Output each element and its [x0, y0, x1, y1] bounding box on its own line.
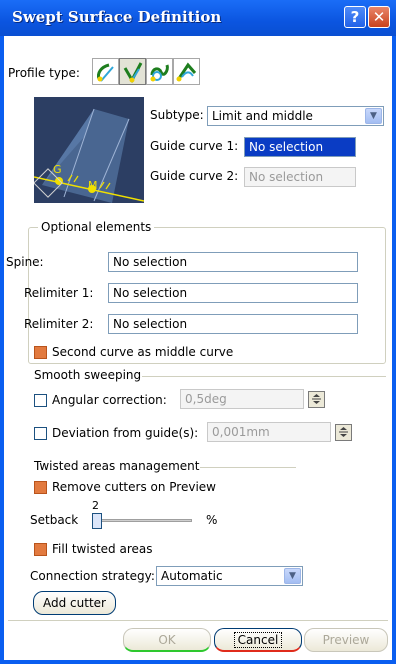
deviation-field[interactable]: 0,001mm	[207, 422, 331, 442]
remove-cutters-checkbox[interactable]	[34, 481, 47, 494]
relimiter-1-label: Relimiter 1:	[24, 286, 94, 300]
guide-curve-2-field[interactable]: No selection	[244, 167, 356, 187]
profile-line-icon	[123, 62, 143, 84]
setback-value: 2	[92, 499, 99, 512]
deviation-value: 0,001mm	[212, 425, 270, 439]
fill-twisted-checkbox[interactable]	[34, 543, 47, 556]
deviation-checkbox[interactable]	[34, 427, 47, 440]
close-button[interactable]: ✕	[368, 6, 390, 28]
profile-line-button[interactable]	[119, 58, 146, 85]
relimiter-1-value: No selection	[113, 286, 188, 300]
cancel-button[interactable]: Cancel	[214, 628, 302, 652]
second-curve-checkbox[interactable]	[34, 346, 47, 359]
fill-twisted-label: Fill twisted areas	[52, 542, 153, 556]
profile-circle-button[interactable]	[146, 58, 173, 85]
chevron-down-icon[interactable]: ▼	[284, 568, 301, 584]
preview-g-label: G	[53, 163, 62, 176]
angular-correction-field[interactable]: 0,5deg	[180, 389, 304, 409]
angular-correction-spinner[interactable]	[308, 391, 325, 408]
add-cutter-button[interactable]: Add cutter	[33, 591, 116, 615]
relimiter-2-value: No selection	[113, 317, 188, 331]
dialog-body: Profile type: G M Subtype: Limit and mid…	[4, 36, 392, 660]
subtype-select[interactable]: Limit and middle ▼	[207, 106, 384, 126]
twisted-areas-title: Twisted areas management	[34, 459, 200, 473]
profile-explicit-button[interactable]	[92, 58, 119, 85]
second-curve-label: Second curve as middle curve	[52, 345, 234, 359]
window-title: Swept Surface Definition	[12, 8, 222, 26]
spinner-arrows-icon	[312, 394, 321, 404]
guide-curve-1-value: No selection	[247, 138, 326, 156]
twisted-areas-divider	[200, 467, 296, 468]
cancel-label: Cancel	[233, 632, 283, 648]
guide-curve-2-value: No selection	[249, 170, 324, 184]
relimiter-2-label: Relimiter 2:	[24, 317, 94, 331]
preview-m-label: M	[88, 179, 98, 192]
angular-correction-label: Angular correction:	[52, 393, 167, 407]
relimiter-1-field[interactable]: No selection	[108, 283, 358, 303]
subtype-value: Limit and middle	[212, 109, 313, 123]
spinner-arrows-icon	[339, 427, 348, 437]
footer-divider	[8, 620, 388, 621]
setback-unit: %	[206, 513, 218, 527]
subtype-label: Subtype:	[150, 108, 204, 122]
angular-correction-checkbox[interactable]	[34, 394, 47, 407]
relimiter-2-field[interactable]: No selection	[108, 314, 358, 334]
spine-value: No selection	[113, 255, 188, 269]
profile-circle-icon	[150, 64, 169, 82]
optional-elements-title: Optional elements	[38, 220, 155, 234]
profile-type-label: Profile type:	[8, 66, 80, 80]
connection-strategy-select[interactable]: Automatic ▼	[156, 566, 303, 586]
chevron-down-icon[interactable]: ▼	[365, 108, 382, 124]
remove-cutters-label: Remove cutters on Preview	[52, 480, 216, 494]
guide-curve-2-label: Guide curve 2:	[150, 169, 239, 183]
setback-slider-track[interactable]	[92, 519, 192, 522]
profile-explicit-icon	[97, 63, 114, 82]
dialog-window: Swept Surface Definition ? ✕ Profile typ…	[0, 0, 396, 664]
guide-curve-1-field[interactable]: No selection	[244, 137, 356, 157]
help-button[interactable]: ?	[344, 6, 366, 28]
angular-correction-value: 0,5deg	[185, 392, 227, 406]
connection-strategy-value: Automatic	[161, 569, 223, 583]
setback-slider-thumb[interactable]	[92, 513, 102, 529]
ok-button[interactable]: OK	[123, 628, 211, 652]
spine-label: Spine:	[6, 255, 44, 269]
preview-button[interactable]: Preview	[304, 628, 388, 652]
deviation-spinner[interactable]	[335, 424, 352, 441]
smooth-sweeping-divider	[142, 376, 386, 377]
subtype-preview-image: G M	[33, 97, 145, 203]
connection-strategy-label: Connection strategy:	[30, 569, 155, 583]
guide-curve-1-label: Guide curve 1:	[150, 139, 239, 153]
profile-conic-button[interactable]	[173, 58, 200, 85]
spine-field[interactable]: No selection	[108, 252, 358, 272]
smooth-sweeping-title: Smooth sweeping	[34, 368, 142, 382]
deviation-label: Deviation from guide(s):	[52, 426, 199, 440]
profile-conic-icon	[176, 62, 197, 82]
setback-label: Setback	[30, 513, 79, 527]
title-bar[interactable]: Swept Surface Definition ? ✕	[0, 0, 396, 36]
